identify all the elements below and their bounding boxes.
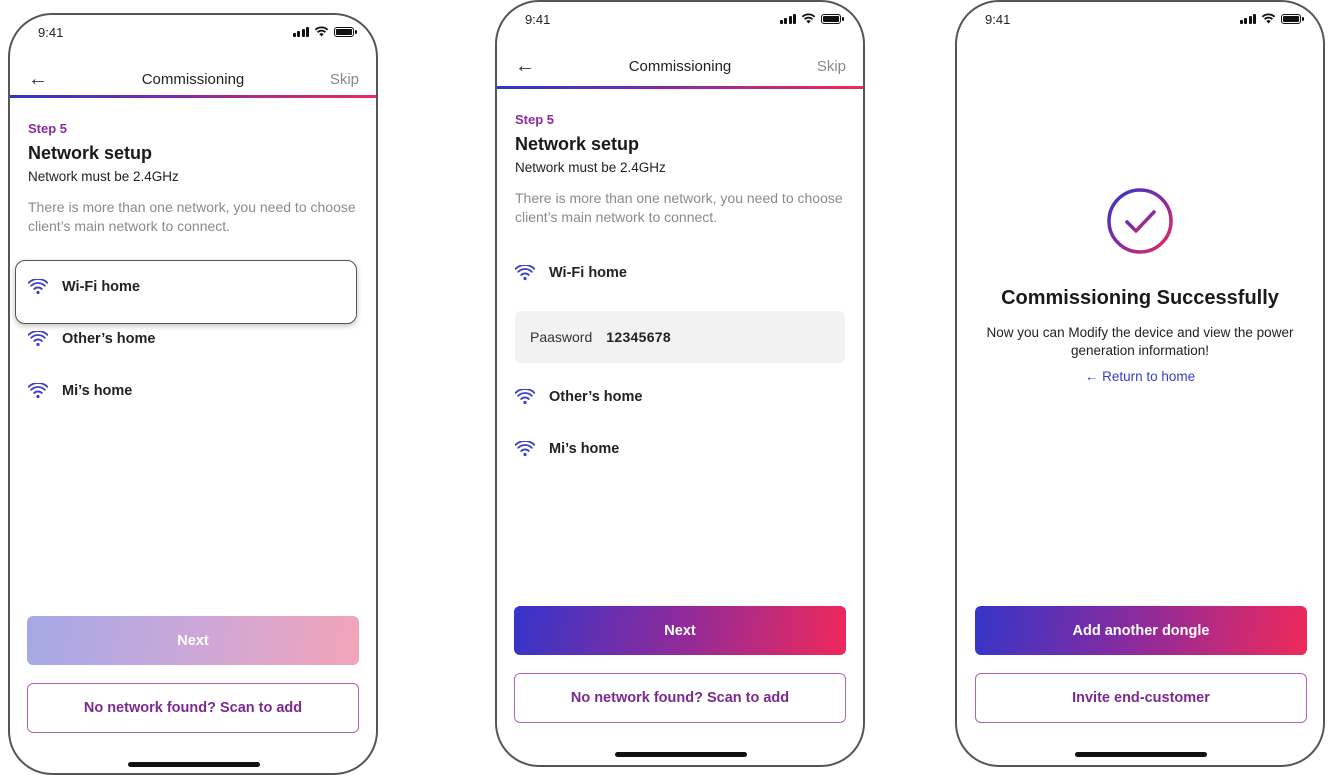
- description-text: There is more than one network, you need…: [28, 199, 356, 234]
- step-content: Step 5 Network setup Network must be 2.4…: [515, 112, 845, 227]
- wifi-icon: [515, 441, 535, 457]
- status-bar: 9:41: [10, 15, 376, 55]
- nav-title: Commissioning: [141, 71, 245, 88]
- signal-icon: [1239, 13, 1256, 24]
- add-another-dongle-button[interactable]: Add another dongle: [975, 606, 1307, 655]
- nav-title: Commissioning: [628, 58, 732, 75]
- network-item-others-home[interactable]: Other’s home: [28, 331, 155, 347]
- status-bar: 9:41: [957, 2, 1323, 42]
- return-to-home-link[interactable]: ← Return to home: [957, 369, 1323, 384]
- network-item-wifi-home[interactable]: Wi-Fi home: [515, 265, 627, 281]
- success-check-icon: [1107, 188, 1173, 254]
- network-item-mis-home[interactable]: Mi’s home: [515, 441, 619, 457]
- skip-button[interactable]: Skip: [330, 71, 359, 88]
- success-description: Now you can Modify the device and view t…: [986, 325, 1294, 358]
- requirement-text: Network must be 2.4GHz: [515, 160, 666, 175]
- description-text: There is more than one network, you need…: [515, 190, 843, 225]
- wifi-status-icon: [314, 26, 329, 37]
- status-time: 9:41: [38, 25, 64, 40]
- network-name: Other’s home: [62, 331, 156, 347]
- progress-line: [10, 95, 376, 98]
- page-title: Network setup: [28, 143, 153, 163]
- wifi-icon: [28, 383, 48, 399]
- wifi-icon: [28, 279, 48, 295]
- signal-icon: [779, 13, 796, 24]
- network-item-wifi-home[interactable]: Wi-Fi home: [28, 279, 140, 295]
- wifi-status-icon: [801, 13, 816, 24]
- wifi-icon: [28, 331, 48, 347]
- password-value[interactable]: 12345678: [606, 329, 671, 345]
- phone-screen-success: 9:41 Commissioning Successfully Now you …: [955, 0, 1325, 767]
- step-content: Step 5 Network setup Network must be 2.4…: [28, 121, 358, 236]
- skip-button[interactable]: Skip: [817, 58, 846, 75]
- phone-screen-select-network: 9:41 ← Commissioning Skip Step 5 Network…: [8, 13, 378, 775]
- signal-icon: [292, 26, 309, 37]
- battery-icon: [334, 27, 357, 37]
- network-name: Mi’s home: [62, 383, 133, 399]
- status-bar: 9:41: [497, 2, 863, 42]
- invite-end-customer-button[interactable]: Invite end-customer: [975, 673, 1307, 723]
- scan-to-add-button[interactable]: No network found? Scan to add: [514, 673, 846, 723]
- page-title: Network setup: [515, 134, 640, 154]
- step-label: Step 5: [515, 112, 555, 127]
- network-item-mis-home[interactable]: Mi’s home: [28, 383, 132, 399]
- scan-to-add-button[interactable]: No network found? Scan to add: [27, 683, 359, 733]
- phone-screen-enter-password: 9:41 ← Commissioning Skip Step 5 Network…: [495, 0, 865, 767]
- nav-bar: ← Commissioning Skip: [497, 47, 863, 87]
- wifi-icon: [515, 265, 535, 281]
- next-button-disabled[interactable]: Next: [27, 616, 359, 665]
- wifi-status-icon: [1261, 13, 1276, 24]
- requirement-text: Network must be 2.4GHz: [28, 169, 179, 184]
- status-time: 9:41: [985, 12, 1011, 27]
- password-label: Paasword: [530, 329, 593, 345]
- network-name: Other’s home: [549, 389, 643, 405]
- password-field[interactable]: Paasword 12345678: [515, 311, 845, 363]
- status-time: 9:41: [525, 12, 551, 27]
- wifi-icon: [515, 389, 535, 405]
- success-title: Commissioning Successfully: [1001, 287, 1279, 309]
- next-button[interactable]: Next: [514, 606, 846, 655]
- home-indicator: [615, 752, 747, 757]
- battery-icon: [1281, 14, 1304, 24]
- network-name: Wi-Fi home: [62, 279, 141, 295]
- network-name: Mi’s home: [549, 441, 620, 457]
- network-item-others-home[interactable]: Other’s home: [515, 389, 642, 405]
- nav-bar: ← Commissioning Skip: [10, 60, 376, 100]
- progress-line: [497, 86, 863, 89]
- network-name: Wi-Fi home: [549, 265, 628, 281]
- home-indicator: [1075, 752, 1207, 757]
- home-indicator: [128, 762, 260, 767]
- battery-icon: [821, 14, 844, 24]
- step-label: Step 5: [28, 121, 68, 136]
